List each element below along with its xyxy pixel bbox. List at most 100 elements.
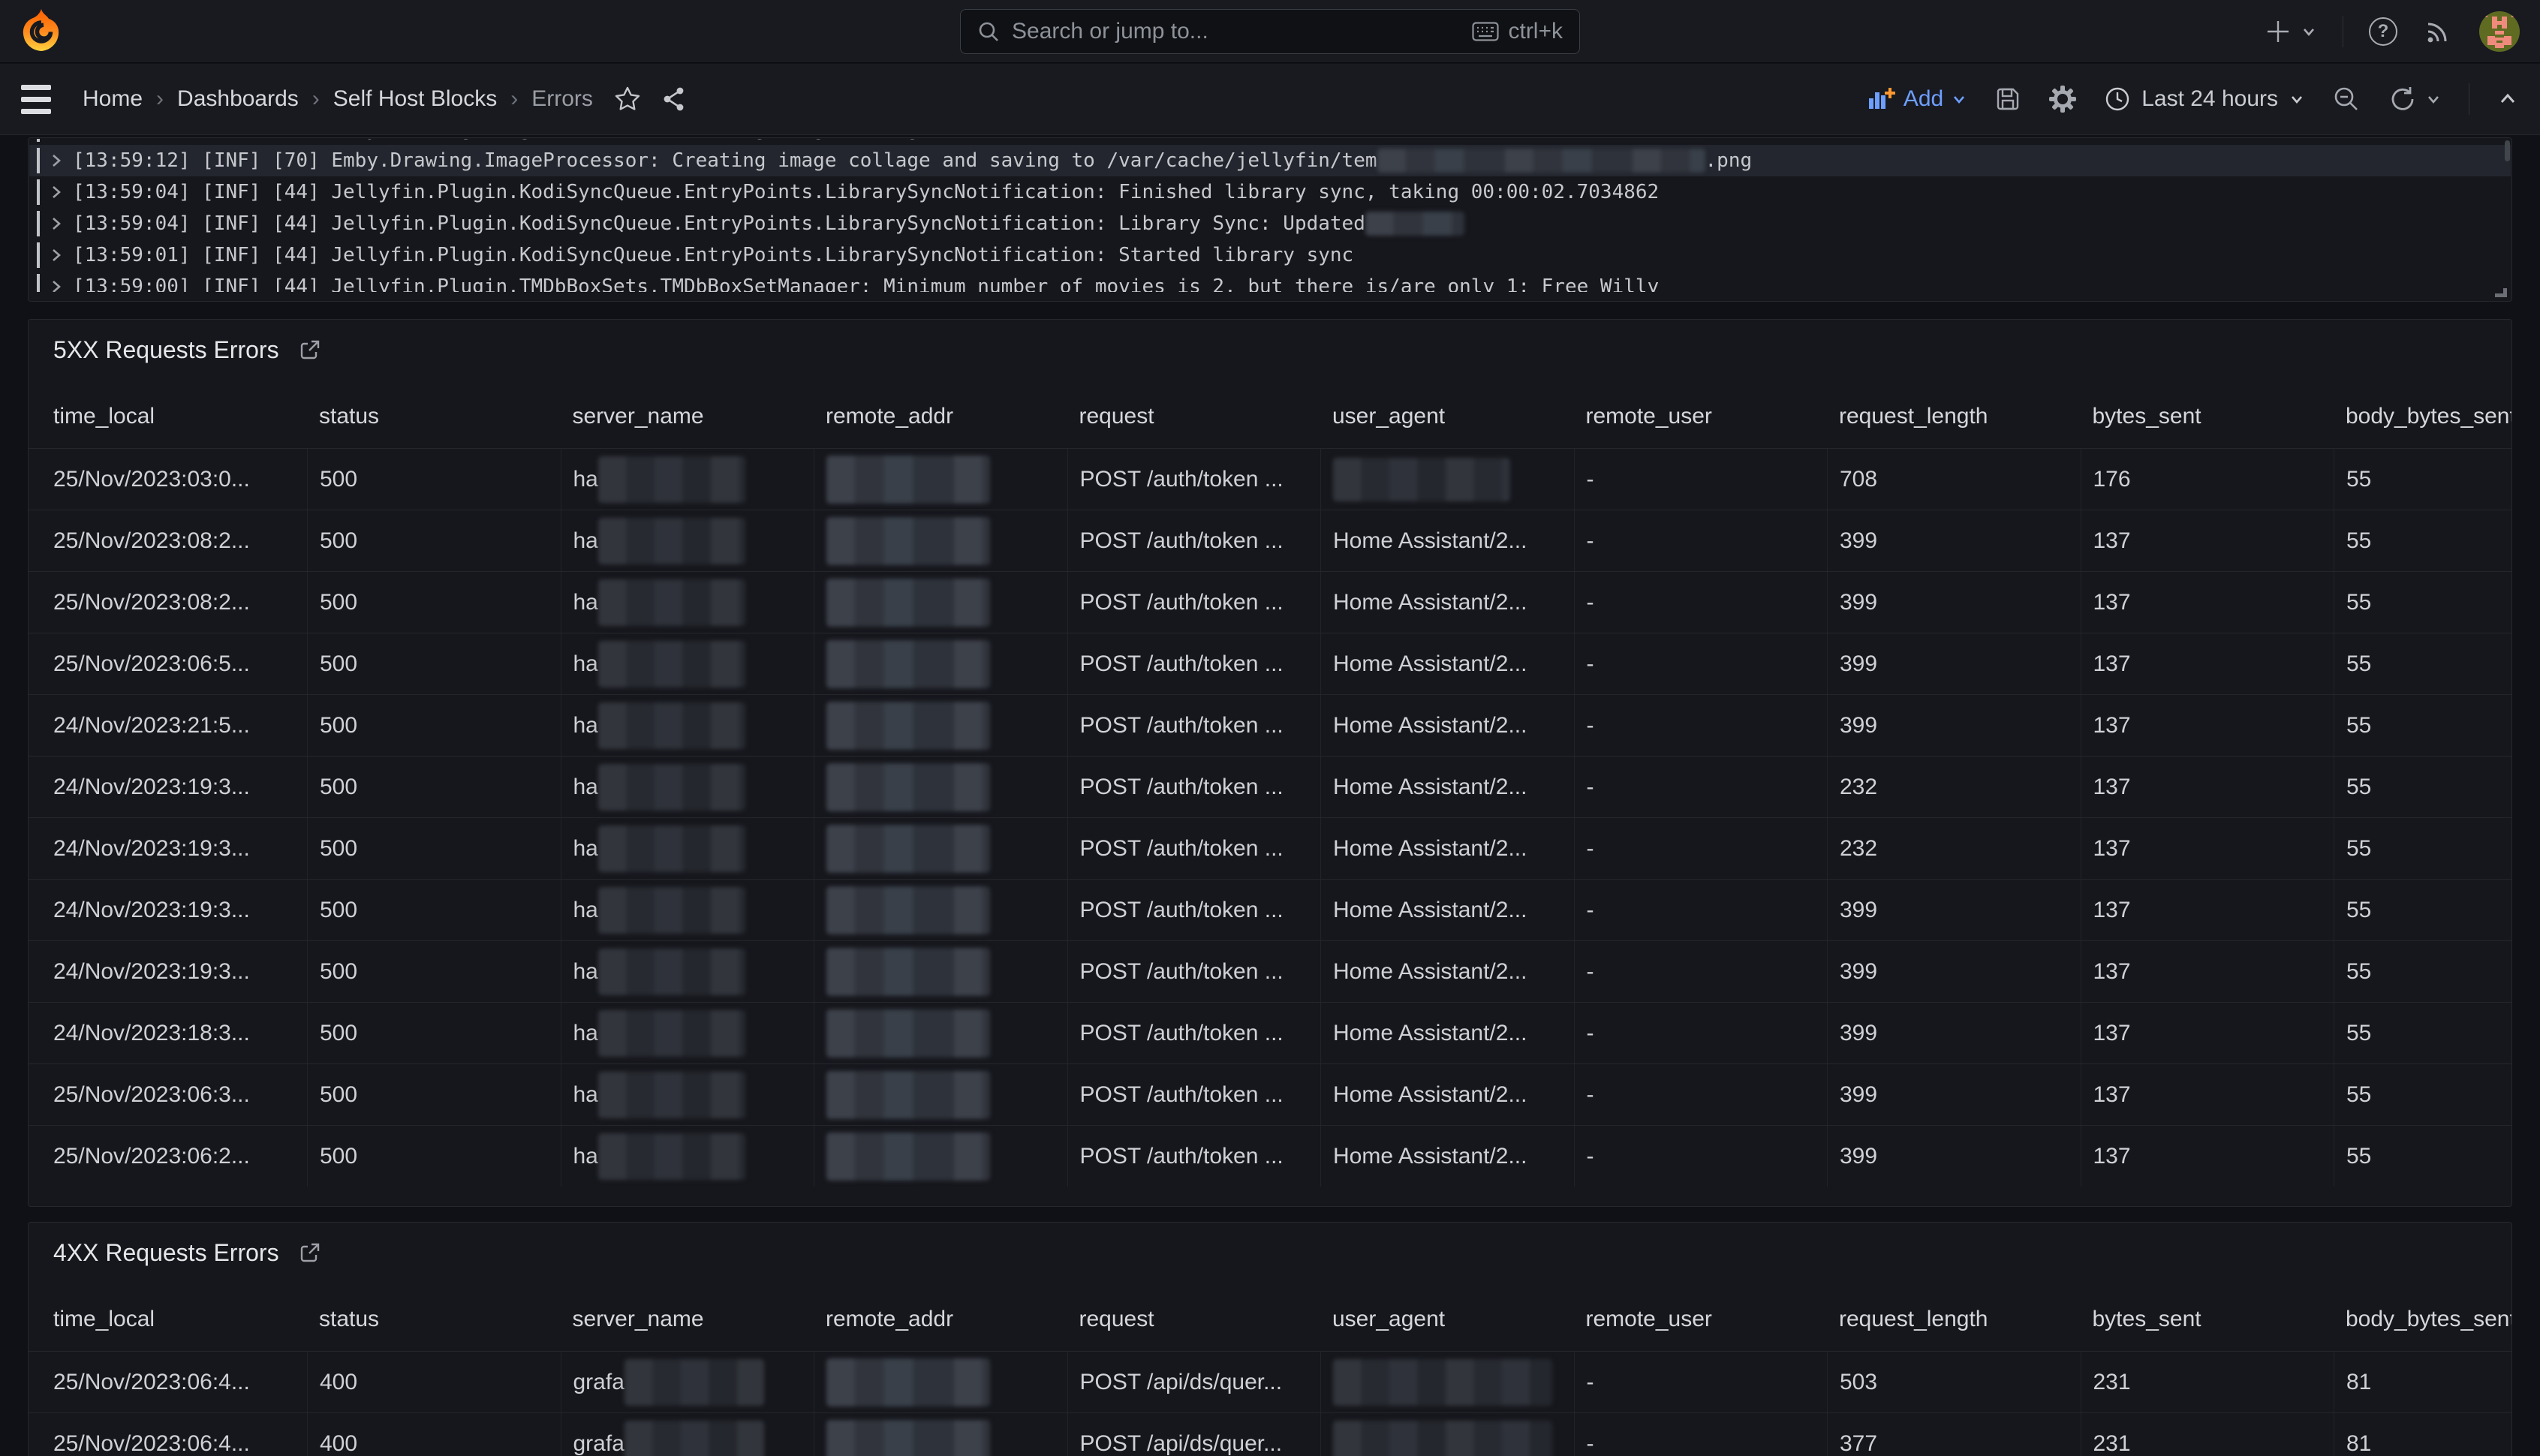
cell-status: 500 [307, 880, 561, 940]
column-header-request[interactable]: request [1067, 385, 1321, 448]
cell-remote_user: - [1574, 510, 1828, 571]
chevron-down-icon [1951, 91, 1967, 107]
time-range-picker[interactable]: Last 24 hours [2104, 86, 2305, 113]
column-header-status[interactable]: status [307, 1288, 561, 1351]
log-message: [13:59:00] [INF] [44] Jellyfin.Plugin.TM… [73, 275, 1659, 292]
help-button[interactable]: ? [2369, 17, 2397, 46]
log-row[interactable]: [13:59:00] [INF] [44] Jellyfin.Plugin.TM… [29, 271, 2511, 292]
log-expand-chevron-icon[interactable] [50, 152, 62, 169]
cell-request_length: 399 [1827, 1126, 2081, 1187]
table-row[interactable]: 25/Nov/2023:06:5...500haPOST /auth/token… [29, 633, 2512, 694]
column-header-user_agent[interactable]: user_agent [1320, 1288, 1574, 1351]
cell-text: ha [573, 528, 598, 554]
table-row[interactable]: 24/Nov/2023:19:3...500haPOST /auth/token… [29, 879, 2512, 940]
column-header-user_agent[interactable]: user_agent [1320, 385, 1574, 448]
column-header-server_name[interactable]: server_name [561, 1288, 814, 1351]
add-panel-button[interactable]: Add [1867, 86, 1967, 112]
breadcrumb-item-dashboards[interactable]: Dashboards [177, 86, 299, 112]
column-header-time_local[interactable]: time_local [29, 1288, 307, 1351]
panel-title[interactable]: 5XX Requests Errors [53, 336, 279, 364]
redacted-blur [826, 763, 990, 811]
cell-request: POST /auth/token ... [1067, 449, 1321, 510]
cell-text: ha [573, 713, 598, 739]
log-expand-chevron-icon[interactable] [50, 247, 62, 263]
breadcrumb-item-home[interactable]: Home [83, 86, 143, 112]
zoom-out-time-icon[interactable] [2332, 85, 2361, 113]
grafana-logo-icon[interactable] [20, 8, 63, 55]
column-header-remote_addr[interactable]: remote_addr [814, 385, 1067, 448]
cell-request: POST /auth/token ... [1067, 1003, 1321, 1063]
logs-viewport[interactable]: [13:59:18] [INF] [70] Emby.Drawing.Image… [29, 139, 2511, 292]
breadcrumb-item-self-host-blocks[interactable]: Self Host Blocks [333, 86, 497, 112]
cell-body_bytes_sent: 55 [2334, 941, 2512, 1002]
search-shortcut: ctrl+k [1472, 19, 1563, 44]
table-row[interactable]: 25/Nov/2023:03:0...500haPOST /auth/token… [29, 448, 2512, 510]
save-dashboard-icon[interactable] [1994, 86, 2021, 113]
column-header-request_length[interactable]: request_length [1827, 385, 2081, 448]
table-row[interactable]: 24/Nov/2023:19:3...500haPOST /auth/token… [29, 817, 2512, 879]
scrollbar-thumb[interactable] [2505, 140, 2510, 161]
refresh-dashboard-button[interactable] [2388, 85, 2442, 113]
column-header-request[interactable]: request [1067, 1288, 1321, 1351]
favorite-star-icon[interactable] [614, 86, 641, 113]
log-row[interactable]: [13:59:04] [INF] [44] Jellyfin.Plugin.Ko… [29, 208, 2511, 239]
column-header-status[interactable]: status [307, 385, 561, 448]
table-row[interactable]: 25/Nov/2023:08:2...500haPOST /auth/token… [29, 571, 2512, 633]
log-row[interactable]: [13:59:01] [INF] [44] Jellyfin.Plugin.Ko… [29, 239, 2511, 271]
cell-status: 400 [307, 1352, 561, 1412]
external-link-icon[interactable] [297, 338, 321, 362]
log-expand-chevron-icon[interactable] [50, 184, 62, 200]
cell-server_name: ha [561, 633, 814, 694]
log-level-bar [37, 179, 40, 205]
collapse-caret-up-icon[interactable] [2496, 88, 2519, 110]
column-header-remote_user[interactable]: remote_user [1574, 385, 1828, 448]
table-row[interactable]: 24/Nov/2023:19:3...500haPOST /auth/token… [29, 940, 2512, 1002]
panel-title[interactable]: 4XX Requests Errors [53, 1239, 279, 1267]
external-link-icon[interactable] [297, 1241, 321, 1265]
user-avatar[interactable] [2478, 11, 2520, 53]
mega-menu-toggle[interactable] [21, 85, 51, 114]
cell-text: ha [573, 590, 598, 615]
add-panel-icon [1867, 86, 1896, 112]
column-header-remote_user[interactable]: remote_user [1574, 1288, 1828, 1351]
table-row[interactable]: 24/Nov/2023:19:3...500haPOST /auth/token… [29, 756, 2512, 817]
log-message: [13:59:01] [INF] [44] Jellyfin.Plugin.Ko… [73, 244, 1353, 266]
table-row[interactable]: 25/Nov/2023:06:4...400grafaPOST /api/ds/… [29, 1412, 2512, 1456]
log-expand-chevron-icon[interactable] [50, 278, 62, 292]
new-dashboard-button[interactable] [2263, 17, 2317, 47]
cell-request_length: 399 [1827, 572, 2081, 633]
search-input[interactable]: Search or jump to... ctrl+k [960, 9, 1580, 54]
column-header-body_bytes_sent[interactable]: body_bytes_sent [2334, 385, 2512, 448]
table-row[interactable]: 25/Nov/2023:08:2...500haPOST /auth/token… [29, 510, 2512, 571]
column-header-remote_addr[interactable]: remote_addr [814, 1288, 1067, 1351]
column-header-time_local[interactable]: time_local [29, 385, 307, 448]
cell-remote_addr [814, 757, 1067, 817]
redacted-blur [826, 1071, 990, 1119]
cell-request_length: 399 [1827, 695, 2081, 756]
redacted-blur [598, 518, 745, 564]
log-row[interactable]: [13:59:04] [INF] [44] Jellyfin.Plugin.Ko… [29, 176, 2511, 208]
log-row[interactable]: [13:59:12] [INF] [70] Emby.Drawing.Image… [29, 145, 2511, 176]
column-header-bytes_sent[interactable]: bytes_sent [2081, 1288, 2334, 1351]
table-row[interactable]: 24/Nov/2023:18:3...500haPOST /auth/token… [29, 1002, 2512, 1063]
redacted-blur [826, 1133, 990, 1181]
log-text-segment: [13:59:00] [INF] [44] Jellyfin.Plugin.TM… [73, 275, 1659, 292]
table-row[interactable]: 24/Nov/2023:21:5...500haPOST /auth/token… [29, 694, 2512, 756]
column-header-bytes_sent[interactable]: bytes_sent [2081, 385, 2334, 448]
column-header-body_bytes_sent[interactable]: body_bytes_sent [2334, 1288, 2512, 1351]
log-row[interactable]: [13:59:18] [INF] [70] Emby.Drawing.Image… [29, 139, 2511, 145]
column-header-server_name[interactable]: server_name [561, 385, 814, 448]
table-row[interactable]: 25/Nov/2023:06:2...500haPOST /auth/token… [29, 1125, 2512, 1187]
cell-server_name: ha [561, 757, 814, 817]
panel-resize-handle[interactable] [2495, 285, 2507, 297]
column-header-request_length[interactable]: request_length [1827, 1288, 2081, 1351]
cell-user_agent: Home Assistant/2... [1320, 633, 1574, 694]
table-row[interactable]: 25/Nov/2023:06:3...500haPOST /auth/token… [29, 1063, 2512, 1125]
cell-user_agent: Home Assistant/2... [1320, 510, 1574, 571]
news-rss-icon[interactable] [2423, 17, 2453, 47]
cell-time_local: 25/Nov/2023:06:4... [29, 1413, 307, 1456]
dashboard-settings-gear-icon[interactable] [2048, 85, 2077, 113]
log-expand-chevron-icon[interactable] [50, 215, 62, 232]
share-icon[interactable] [661, 86, 688, 113]
table-row[interactable]: 25/Nov/2023:06:4...400grafaPOST /api/ds/… [29, 1351, 2512, 1412]
